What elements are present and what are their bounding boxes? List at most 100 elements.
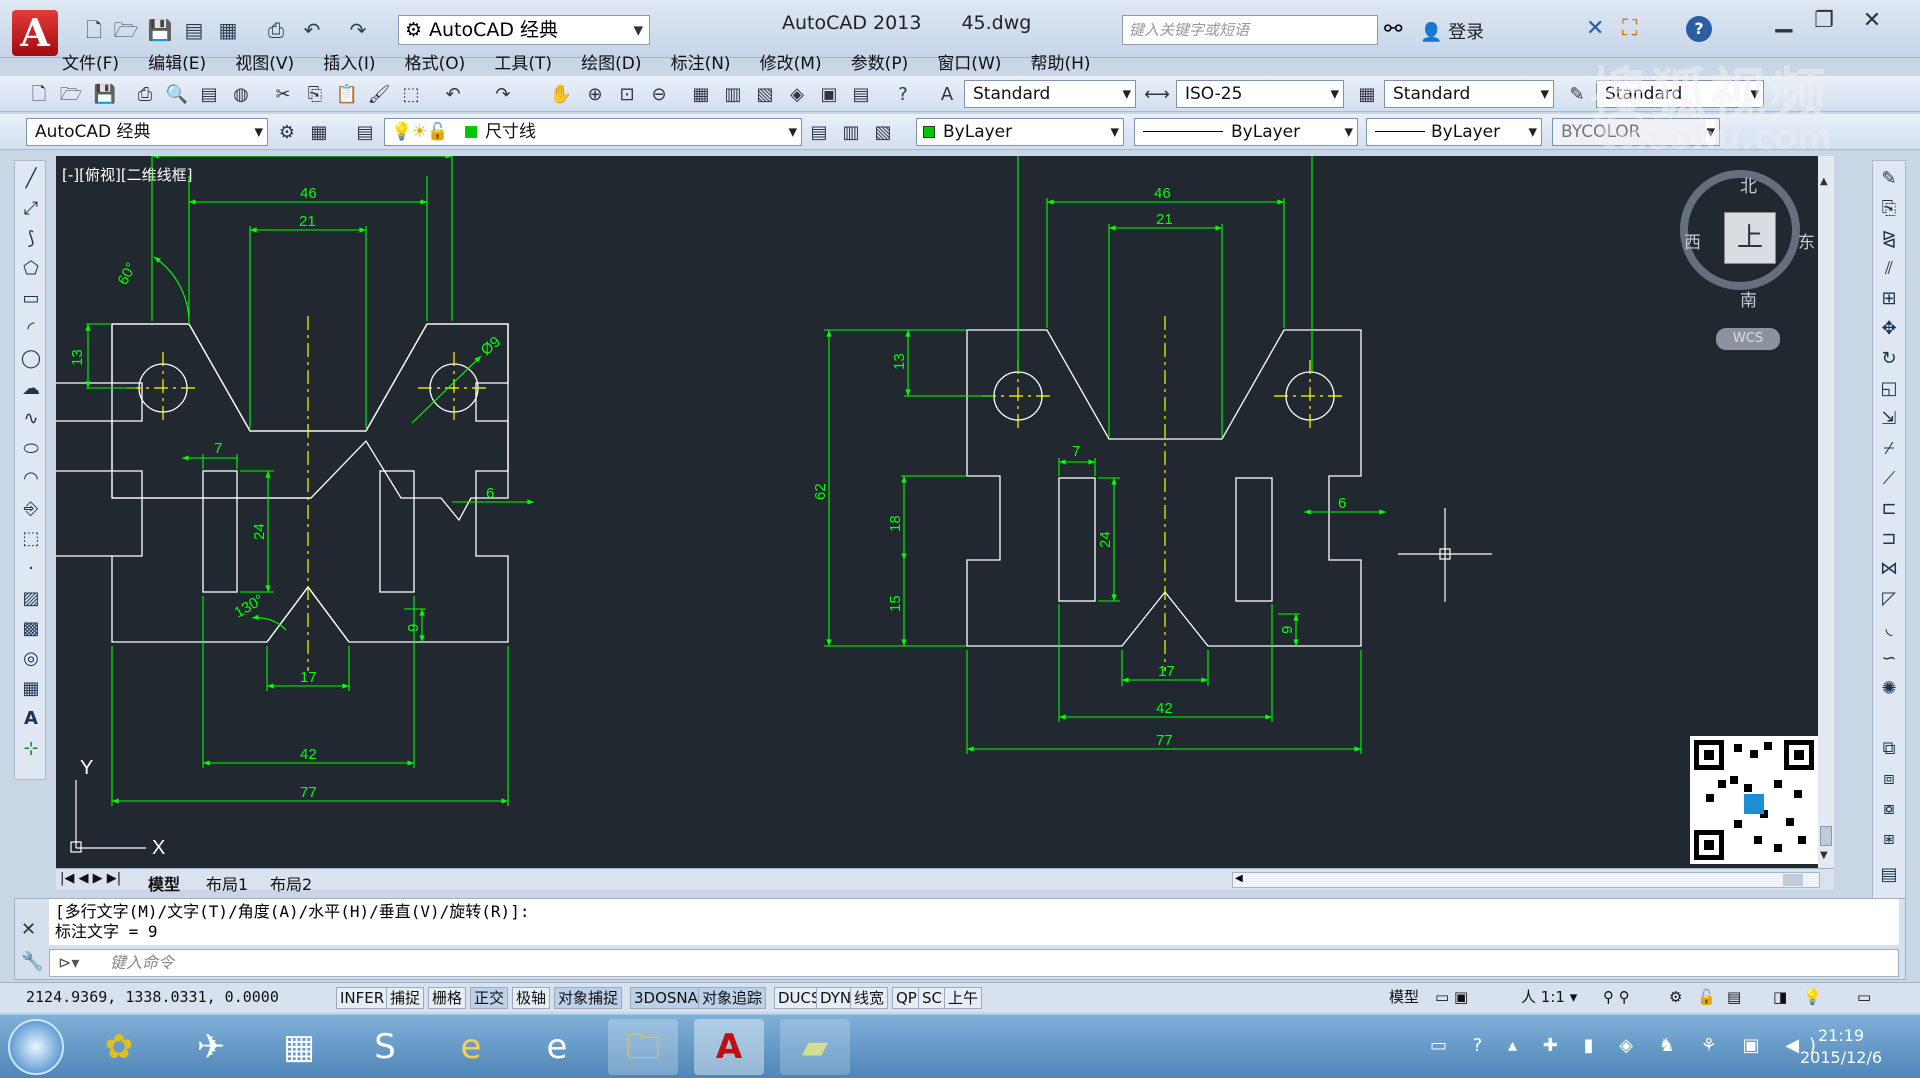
toggle-infer[interactable]: INFER: [336, 987, 389, 1009]
fillet-icon[interactable]: ◟: [1875, 615, 1903, 643]
search-input[interactable]: 键入关键字或短语: [1122, 15, 1378, 45]
rectangle-icon[interactable]: ▭: [17, 285, 45, 313]
markup-icon[interactable]: ▣: [816, 82, 842, 108]
open-icon[interactable]: 🗁: [58, 82, 84, 108]
3d-dwf-icon[interactable]: ◍: [228, 82, 254, 108]
toggle-grid[interactable]: 栅格: [428, 987, 467, 1009]
hatch-icon[interactable]: ▨: [17, 585, 45, 613]
extend-icon[interactable]: ⟋: [1875, 465, 1903, 493]
toggle-osnap[interactable]: 对象捕捉: [554, 987, 623, 1009]
chamfer-icon[interactable]: ◸: [1875, 585, 1903, 613]
layer-select[interactable]: 💡☀🔓 尺寸线: [384, 118, 802, 146]
zoom-realtime-icon[interactable]: ⊕: [582, 82, 608, 108]
scroll-down-icon[interactable]: ▼: [1820, 850, 1832, 864]
coordinate-readout[interactable]: 2124.9369, 1338.0331, 0.0000: [26, 988, 279, 1006]
pan-icon[interactable]: ✋: [548, 82, 574, 108]
copy-object-icon[interactable]: ⎘: [1875, 195, 1903, 223]
break-icon[interactable]: ⊐: [1875, 525, 1903, 553]
offset-icon[interactable]: ⫽: [1875, 255, 1903, 283]
hardware-accel-icon[interactable]: ▤: [1724, 987, 1744, 1009]
menu-draw[interactable]: 绘图(D): [581, 47, 641, 76]
scroll-thumb-h[interactable]: [1783, 874, 1803, 886]
layout-icon[interactable]: ▭ ▣: [1432, 987, 1471, 1009]
dim-style-icon[interactable]: ⟷: [1144, 82, 1170, 108]
annotation-visibility-icon[interactable]: ⚲ ⚲: [1600, 987, 1633, 1009]
login-button[interactable]: 👤 登录: [1420, 18, 1484, 44]
scale-icon[interactable]: ◱: [1875, 375, 1903, 403]
zoom-window-icon[interactable]: ⊡: [614, 82, 640, 108]
plot-preview-icon[interactable]: 🔍: [164, 82, 190, 108]
layer-properties-icon[interactable]: ▤: [352, 120, 378, 146]
undo-icon[interactable]: ↶: [440, 82, 466, 108]
workspace-select[interactable]: ⚙ AutoCAD 经典: [398, 15, 650, 45]
wrench-icon[interactable]: 🔧: [21, 951, 43, 972]
design-center-icon[interactable]: ▥: [720, 82, 746, 108]
table-style-icon[interactable]: ▦: [1354, 82, 1380, 108]
viewcube-south[interactable]: 南: [1740, 286, 1757, 311]
browser-icon[interactable]: e: [522, 1019, 592, 1075]
menu-insert[interactable]: 插入(I): [323, 47, 375, 76]
multileader-style-icon[interactable]: ✎: [1564, 82, 1590, 108]
make-block-icon[interactable]: ⬚: [17, 525, 45, 553]
taskbar-clock[interactable]: 21:19 2015/12/6: [1800, 1025, 1882, 1069]
circle-icon[interactable]: ◯: [17, 345, 45, 373]
toggle-ortho[interactable]: 正交: [470, 987, 509, 1009]
table-icon[interactable]: ▦: [17, 675, 45, 703]
menu-file[interactable]: 文件(F): [62, 47, 119, 76]
system-tray-icons[interactable]: ▭ ? ▴ ✚ ▮ ◈ ♞ ⚘ ▣ ◀): [1430, 1035, 1826, 1056]
move-icon[interactable]: ✥: [1875, 315, 1903, 343]
copy-icon[interactable]: ⎘: [302, 82, 328, 108]
toggle-snap[interactable]: 捕捉: [386, 987, 425, 1009]
menu-window[interactable]: 窗口(W): [937, 47, 1001, 76]
toggle-am[interactable]: 上午: [944, 987, 983, 1009]
menu-help[interactable]: 帮助(H): [1030, 47, 1090, 76]
stretch-icon[interactable]: ⇲: [1875, 405, 1903, 433]
toggle-sc[interactable]: SC: [918, 987, 946, 1009]
scroll-thumb[interactable]: [1820, 826, 1832, 846]
start-button[interactable]: [8, 1019, 64, 1075]
tab-layout2[interactable]: 布局2: [270, 871, 312, 895]
quickcalc-icon[interactable]: ▤: [848, 82, 874, 108]
blend-icon[interactable]: ∽: [1875, 645, 1903, 673]
save-as-icon[interactable]: ▤: [180, 16, 208, 44]
command-prompt-icon[interactable]: ⊳▾: [58, 950, 79, 976]
toggle-lineweight[interactable]: 线宽: [850, 987, 889, 1009]
properties-icon[interactable]: ▦: [688, 82, 714, 108]
menu-modify[interactable]: 修改(M): [760, 47, 822, 76]
draw-order-icon[interactable]: ⧉: [1875, 735, 1903, 763]
paste-icon[interactable]: 📋: [334, 82, 360, 108]
text-front-icon[interactable]: ▤: [1875, 861, 1903, 889]
autocad-task-icon[interactable]: A: [694, 1019, 764, 1075]
bring-to-front-icon[interactable]: ⧈: [1875, 765, 1903, 793]
sheet-set-icon[interactable]: ◈: [784, 82, 810, 108]
send-to-back-icon[interactable]: ⧇: [1875, 795, 1903, 823]
viewcube-east[interactable]: 东: [1798, 228, 1815, 253]
spline-icon[interactable]: ∿: [17, 405, 45, 433]
point-icon[interactable]: ·: [17, 555, 45, 583]
toggle-otrack[interactable]: 对象追踪: [698, 987, 767, 1009]
lineweight-select[interactable]: ByLayer: [1366, 118, 1542, 146]
trim-icon[interactable]: ⌿: [1875, 435, 1903, 463]
tab-layout1[interactable]: 布局1: [206, 871, 248, 895]
text-style-select[interactable]: Standard: [964, 80, 1136, 108]
grid-app-icon[interactable]: ▦: [264, 1019, 334, 1075]
toggle-qp[interactable]: QP: [892, 987, 921, 1009]
drawing-viewport[interactable]: [-][俯视][二维线框] 46 21 60° 13 Ø9 7 24 6 130…: [56, 156, 1834, 868]
add-selected-icon[interactable]: ⊹: [17, 735, 45, 763]
model-space-button[interactable]: 模型: [1386, 987, 1422, 1009]
workspace-settings-icon[interactable]: ▦: [306, 120, 332, 146]
notes-app-icon[interactable]: ▰: [780, 1019, 850, 1075]
color-select[interactable]: ByLayer: [916, 118, 1124, 146]
menu-dimension[interactable]: 标注(N): [671, 47, 731, 76]
redo-icon[interactable]: ↷: [344, 16, 372, 44]
scroll-left-icon[interactable]: ◀: [1235, 873, 1243, 884]
explode-icon[interactable]: ✺: [1875, 675, 1903, 703]
workspace-select-toolbar[interactable]: AutoCAD 经典: [26, 118, 268, 146]
region-icon[interactable]: ◎: [17, 645, 45, 673]
undo-icon[interactable]: ↶: [298, 16, 326, 44]
gradient-icon[interactable]: ▩: [17, 615, 45, 643]
array-icon[interactable]: ⊞: [1875, 285, 1903, 313]
text-style-icon[interactable]: A: [934, 82, 960, 108]
break-at-point-icon[interactable]: ⊏: [1875, 495, 1903, 523]
erase-icon[interactable]: ✎: [1875, 165, 1903, 193]
